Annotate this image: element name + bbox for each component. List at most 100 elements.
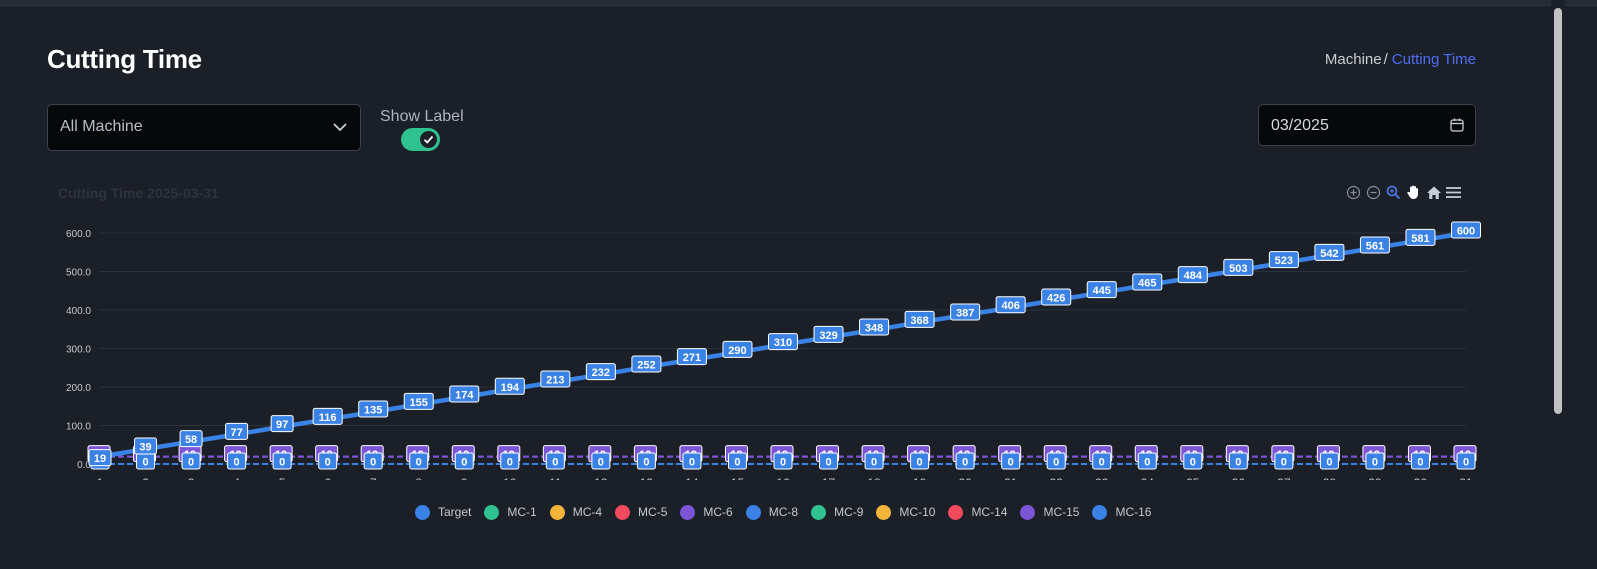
data-label-mc-8: 0: [643, 457, 649, 469]
data-label-target: 310: [774, 337, 792, 349]
y-tick-label: 300.0: [66, 345, 91, 356]
legend-label: MC-16: [1115, 505, 1152, 519]
data-label-mc-8: 0: [1281, 457, 1287, 469]
legend-item-mc-14[interactable]: MC-14: [948, 504, 1008, 520]
selection-zoom-icon[interactable]: [1385, 183, 1402, 201]
legend-item-mc-1[interactable]: MC-1: [484, 504, 537, 520]
x-tick-label: 25: [1186, 476, 1200, 480]
legend-item-mc-8[interactable]: MC-8: [745, 504, 799, 520]
legend-marker: [484, 504, 500, 520]
data-label-mc-8: 0: [370, 457, 376, 469]
x-tick-label: 31: [1459, 476, 1473, 480]
y-tick-label: 400.0: [66, 306, 91, 317]
data-label-target: 77: [230, 427, 242, 439]
legend-item-mc-16[interactable]: MC-16: [1092, 504, 1152, 520]
chart-title: Cutting Time 2025-03-31: [58, 185, 219, 201]
data-label-target: 484: [1184, 270, 1203, 282]
data-label-target: 503: [1229, 263, 1247, 275]
calendar-icon[interactable]: [1449, 117, 1465, 133]
x-tick-label: 5: [279, 476, 286, 480]
y-tick-label: 200.0: [66, 383, 91, 394]
data-label-target: 252: [637, 359, 655, 371]
data-label-target: 465: [1138, 277, 1156, 289]
zoom-out-icon[interactable]: [1365, 183, 1382, 201]
data-label-target: 523: [1275, 255, 1293, 267]
data-label-mc-8: 0: [1326, 457, 1332, 469]
toggle-knob: [420, 131, 437, 148]
legend-item-mc-9[interactable]: MC-9: [811, 504, 863, 520]
data-label-target: 58: [185, 434, 197, 446]
legend-item-mc-4[interactable]: MC-4: [549, 504, 602, 520]
x-tick-label: 14: [685, 476, 699, 480]
menu-icon[interactable]: [1445, 183, 1462, 201]
zoom-in-icon[interactable]: [1345, 183, 1362, 201]
legend-marker: [1092, 504, 1108, 520]
month-picker-value: 03/2025: [1271, 117, 1329, 134]
machine-select-value: All Machine: [60, 118, 143, 135]
data-label-mc-8: 0: [1099, 457, 1105, 469]
data-label-target: 406: [1001, 300, 1019, 312]
legend-item-mc-6[interactable]: MC-6: [680, 504, 733, 520]
data-label-target: 368: [910, 315, 928, 327]
legend-item-mc-5[interactable]: MC-5: [615, 504, 667, 520]
machine-select[interactable]: All Machine: [47, 104, 361, 151]
data-label-target: 116: [319, 412, 337, 424]
x-tick-label: 26: [1232, 476, 1246, 480]
breadcrumb-parent[interactable]: Machine: [1325, 51, 1382, 68]
legend-label: MC-14: [971, 505, 1008, 519]
data-label-target: 135: [364, 405, 382, 417]
x-tick-label: 30: [1414, 476, 1428, 480]
reset-home-icon[interactable]: [1425, 183, 1442, 201]
legend-item-target[interactable]: Target: [415, 504, 472, 520]
x-tick-label: 22: [1050, 476, 1064, 480]
legend-item-mc-15[interactable]: MC-15: [1020, 504, 1080, 520]
page-title: Cutting Time: [47, 44, 202, 74]
legend-marker: [876, 504, 892, 520]
month-picker[interactable]: 03/2025: [1258, 104, 1476, 146]
x-tick-label: 17: [822, 476, 836, 480]
data-label-mc-8: 0: [780, 457, 786, 469]
x-tick-label: 20: [958, 476, 972, 480]
chart-legend: Target MC-1 MC-4 MC-5 MC-6 MC-8 MC-9 MC-10 MC-14…: [415, 503, 1164, 521]
y-tick-label: 100.0: [66, 422, 91, 433]
data-label-mc-8: 0: [507, 457, 513, 469]
x-tick-label: 13: [640, 476, 654, 480]
data-label-target: 581: [1411, 233, 1429, 245]
x-tick-label: 3: [188, 476, 195, 480]
x-tick-label: 29: [1368, 476, 1382, 480]
page-scrollbar[interactable]: [1551, 0, 1565, 569]
data-label-mc-8: 0: [1008, 457, 1014, 469]
data-label-mc-8: 0: [1235, 457, 1241, 469]
legend-label: MC-6: [703, 505, 733, 519]
x-tick-label: 27: [1277, 476, 1291, 480]
data-label-mc-8: 0: [552, 457, 558, 469]
legend-label: MC-15: [1043, 505, 1080, 519]
x-tick-label: 19: [913, 476, 927, 480]
x-tick-label: 10: [503, 476, 517, 480]
data-label-target: 213: [546, 374, 564, 386]
legend-label: Target: [438, 505, 472, 519]
legend-item-mc-10[interactable]: MC-10: [876, 504, 935, 520]
data-label-target: 290: [728, 345, 746, 357]
data-label-mc-8: 0: [825, 457, 831, 469]
x-tick-label: 11: [549, 476, 562, 480]
y-tick-label: 500.0: [66, 268, 91, 279]
check-icon: [423, 135, 434, 144]
top-bar: [0, 0, 1597, 6]
legend-label: MC-1: [507, 505, 537, 519]
pan-hand-icon[interactable]: [1405, 183, 1422, 201]
legend-label: MC-8: [768, 505, 799, 519]
data-label-mc-8: 0: [461, 457, 467, 469]
cutting-time-chart[interactable]: 0.0100.0200.0300.0400.0500.0600.01234567…: [0, 215, 1520, 480]
data-label-mc-8: 0: [1372, 457, 1378, 469]
data-label-target: 329: [819, 330, 837, 342]
show-label-toggle[interactable]: [401, 128, 440, 151]
data-label-target: 426: [1047, 292, 1065, 304]
data-label-target: 600: [1457, 226, 1475, 238]
x-tick-label: 6: [324, 476, 331, 480]
data-label-mc-8: 0: [1463, 457, 1469, 469]
scrollbar-thumb[interactable]: [1554, 8, 1562, 414]
legend-marker: [1020, 504, 1036, 520]
data-label-target: 561: [1366, 241, 1384, 253]
data-label-target: 445: [1093, 285, 1111, 297]
